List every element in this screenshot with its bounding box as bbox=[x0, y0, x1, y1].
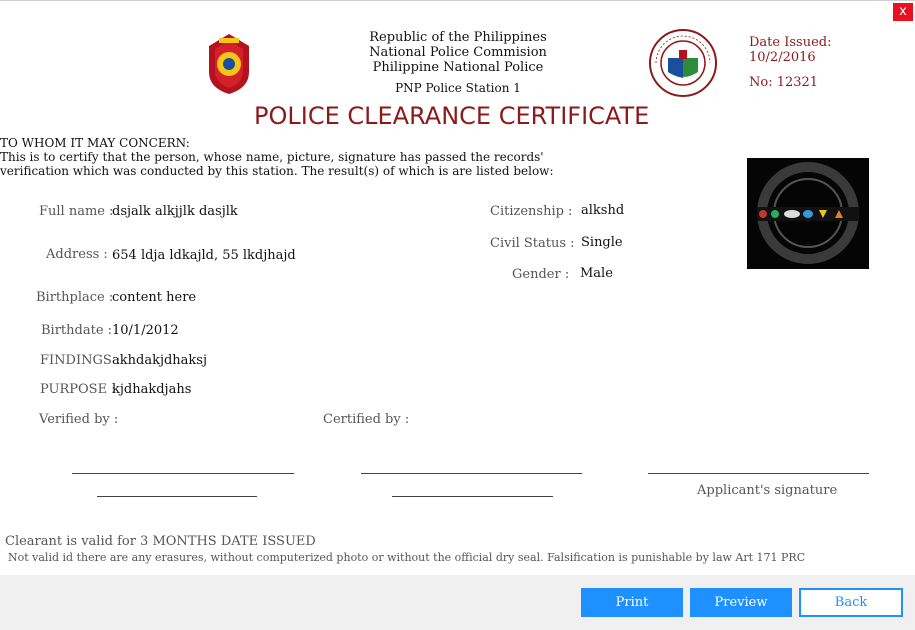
print-button[interactable]: Print bbox=[581, 588, 683, 617]
applicant-signature-line bbox=[648, 473, 869, 474]
intro-text: TO WHOM IT MAY CONCERN: This is to certi… bbox=[0, 136, 553, 178]
pnp-badge-icon bbox=[209, 34, 249, 94]
intro-line-2: This is to certify that the person, whos… bbox=[0, 150, 544, 164]
header-pnp: Philippine National Police bbox=[372, 60, 544, 75]
preview-button[interactable]: Preview bbox=[690, 588, 792, 617]
verifier-name-line bbox=[97, 496, 257, 497]
findings-label: FINDINGS : bbox=[40, 353, 121, 368]
verifier-signature-line bbox=[72, 473, 294, 474]
birthplace-value: content here bbox=[112, 290, 197, 305]
back-button[interactable]: Back bbox=[799, 588, 903, 617]
intro-line-3: verification which was conducted by this… bbox=[0, 164, 554, 178]
validity-note: Clearant is valid for 3 MONTHS DATE ISSU… bbox=[5, 534, 316, 549]
certifier-signature-line bbox=[361, 473, 582, 474]
header-commission: National Police Commision bbox=[369, 45, 547, 60]
certified-by-label: Certified by : bbox=[323, 412, 410, 427]
findings-value: akhdakjdhaksj bbox=[112, 353, 208, 368]
close-button[interactable]: x bbox=[893, 3, 913, 21]
citizenship-value: alkshd bbox=[581, 203, 625, 218]
full-name-label: Full name : bbox=[39, 204, 114, 219]
birthplace-label: Birthplace : bbox=[36, 290, 114, 305]
civil-status-label: Civil Status : bbox=[490, 236, 575, 251]
gender-label: Gender : bbox=[512, 267, 570, 282]
agency-header: Republic of the Philippines National Pol… bbox=[348, 30, 568, 96]
citizenship-label: Citizenship : bbox=[490, 204, 573, 219]
applicant-photo bbox=[747, 158, 869, 269]
purpose-value: kjdhakdjahs bbox=[112, 382, 192, 397]
purpose-label: PURPOSE : bbox=[40, 382, 116, 397]
gender-value: Male bbox=[580, 266, 613, 281]
date-issued-value: 10/2/2016 bbox=[749, 50, 816, 65]
intro-line-1: TO WHOM IT MAY CONCERN: bbox=[0, 136, 190, 150]
header-republic: Republic of the Philippines bbox=[369, 30, 547, 45]
birthdate-value: 10/1/2012 bbox=[112, 323, 179, 338]
verified-by-label: Verified by : bbox=[39, 412, 119, 427]
issue-info: Date Issued: 10/2/2016 No: 12321 bbox=[749, 35, 831, 90]
address-label: Address : bbox=[46, 247, 108, 262]
header-station: PNP Police Station 1 bbox=[395, 81, 521, 95]
birthdate-label: Birthdate : bbox=[41, 323, 113, 338]
city-seal-icon bbox=[649, 29, 717, 97]
certificate-number: No: 12321 bbox=[749, 75, 819, 90]
window-top-border bbox=[0, 0, 915, 1]
page-title: POLICE CLEARANCE CERTIFICATE bbox=[254, 102, 650, 130]
certifier-name-line bbox=[392, 496, 553, 497]
full-name-value: dsjalk alkjjlk dasjlk bbox=[112, 204, 238, 219]
disclaimer-note: Not valid id there are any erasures, wit… bbox=[8, 551, 806, 564]
address-value: 654 ldja ldkajld, 55 lkdjhajd bbox=[112, 248, 296, 263]
date-issued-label: Date Issued: bbox=[749, 35, 832, 50]
civil-status-value: Single bbox=[581, 235, 623, 250]
applicant-signature-label: Applicant's signature bbox=[697, 483, 838, 498]
